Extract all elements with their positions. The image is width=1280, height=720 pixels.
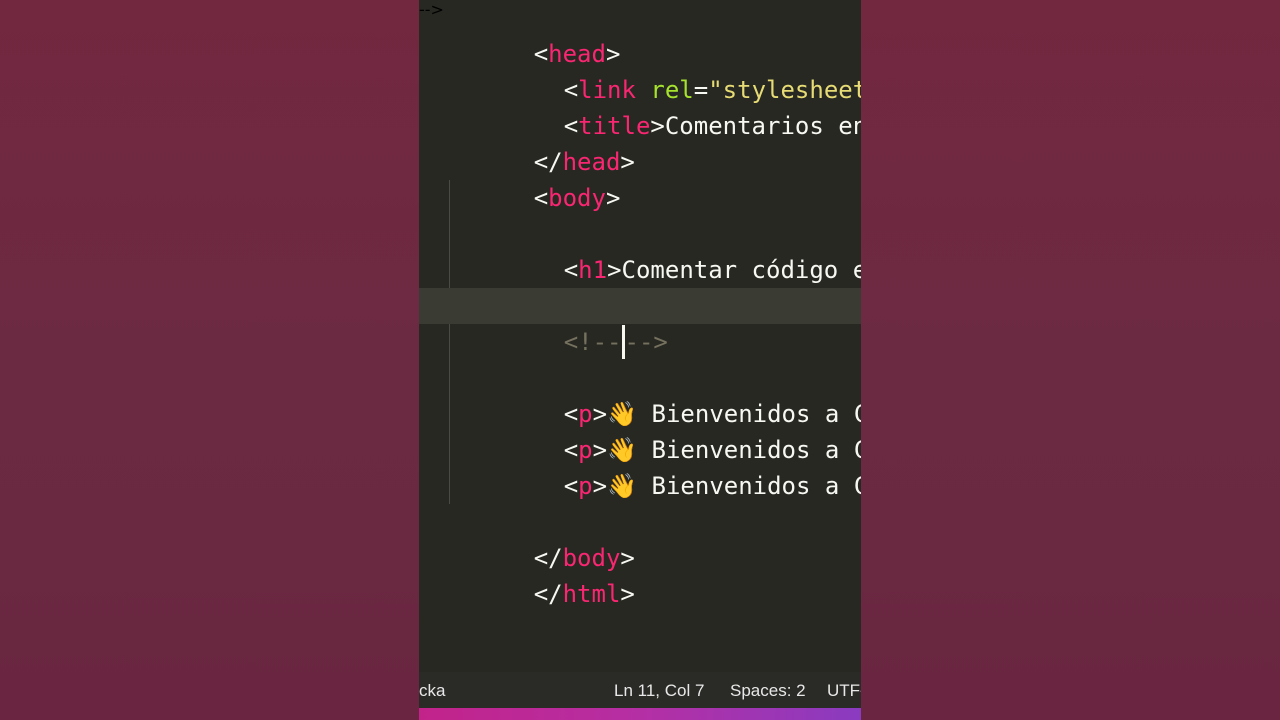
code-line-empty[interactable]	[419, 324, 861, 360]
code-line[interactable]: <p>👋 Bienvenidos a Coding	[419, 432, 861, 500]
code-line[interactable]: <p>👋 Bienvenidos a Coding	[419, 396, 861, 464]
code-editor[interactable]: <head> <link rel="stylesheet" hre <title…	[419, 0, 861, 720]
code-line-empty[interactable]	[419, 180, 861, 216]
code-line[interactable]: <p>👋 Bienvenidos a Coding	[419, 360, 861, 428]
token-punct: >	[620, 580, 635, 608]
code-area[interactable]: <head> <link rel="stylesheet" hre <title…	[419, 0, 861, 672]
code-line[interactable]: <title>Comentarios en HTML	[419, 72, 861, 140]
token-punct: </	[533, 580, 563, 608]
background-right	[861, 0, 1280, 720]
accent-bar	[419, 708, 861, 720]
code-line[interactable]: <body>	[419, 144, 861, 212]
status-indentation[interactable]: Spaces: 2	[730, 672, 806, 708]
token-tag: html	[562, 580, 621, 608]
status-encoding[interactable]: UTF-	[827, 672, 861, 708]
code-line[interactable]: <h1>Comentar código en HTM	[419, 216, 861, 284]
code-line-empty[interactable]	[419, 468, 861, 504]
code-line[interactable]: <link rel="stylesheet" hre	[419, 36, 861, 104]
background-left	[0, 0, 419, 720]
code-line-empty[interactable]	[419, 252, 861, 288]
status-left-text[interactable]: cka	[419, 672, 445, 708]
code-line[interactable]: </html>	[419, 540, 861, 608]
code-line[interactable]: <head>	[419, 0, 861, 68]
code-line-active[interactable]: <!-- -->	[419, 288, 861, 359]
code-line[interactable]: </head>	[419, 108, 861, 176]
status-bar: cka Ln 11, Col 7 Spaces: 2 UTF-	[419, 672, 861, 708]
status-cursor-position[interactable]: Ln 11, Col 7	[614, 672, 704, 708]
code-line[interactable]: </body>	[419, 504, 861, 572]
